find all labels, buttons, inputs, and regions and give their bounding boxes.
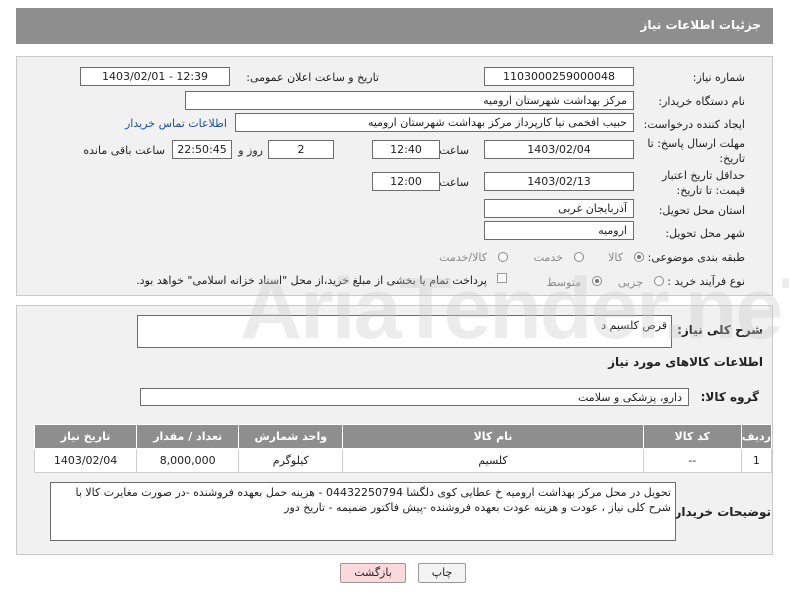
- goods-group-field: دارو، پزشکی و سلامت: [140, 388, 689, 406]
- col-qty: تعداد / مقدار: [136, 424, 240, 449]
- row-unit: کیلوگرم: [238, 448, 344, 473]
- remaining-time-label: ساعت باقی مانده: [83, 144, 165, 157]
- row-qty: 8,000,000: [136, 448, 240, 473]
- validity-time-label: ساعت: [439, 176, 469, 189]
- process-radio-medium[interactable]: [592, 276, 602, 286]
- row-number: 1: [740, 448, 773, 473]
- buyer-name-field: مرکز بهداشت شهرستان ارومیه: [185, 91, 634, 110]
- buyer-name-label: نام دستگاه خریدار:: [658, 95, 745, 108]
- category-radio-goods-service[interactable]: [498, 252, 508, 262]
- col-date: تاریخ نیاز: [33, 424, 138, 449]
- category-label: طبقه بندی موضوعی:: [647, 251, 745, 264]
- price-validity-label: حداقل تاریخ اعتبار قیمت: تا تاریخ:: [661, 169, 745, 197]
- deadline-label: مهلت ارسال پاسخ: تا تاریخ:: [647, 137, 745, 165]
- deadline-time-field: 12:40: [372, 140, 440, 159]
- delivery-province-field: آذربایجان غربی: [484, 199, 634, 218]
- table-row: 1 -- کلسیم کیلوگرم 8,000,000 1403/02/04: [33, 448, 773, 473]
- row-date: 1403/02/04: [33, 448, 138, 473]
- category-option-service: خدمت: [533, 251, 563, 264]
- delivery-province-label: استان محل تحویل:: [658, 204, 745, 217]
- need-number-field: 1103000259000048: [484, 67, 634, 86]
- announce-datetime-field: 1403/02/01 - 12:39: [80, 67, 230, 86]
- treasury-payment-note: پرداخت تمام یا بخشی از مبلغ خرید،از محل …: [136, 274, 487, 287]
- process-option-minor: جزیی: [617, 276, 643, 289]
- page-header: جزئیات اطلاعات نیاز: [16, 8, 773, 44]
- print-button[interactable]: چاپ: [418, 563, 466, 583]
- category-radio-goods[interactable]: [634, 252, 644, 262]
- goods-table: ردیف کد کالا نام کالا واحد شمارش تعداد /…: [33, 424, 773, 473]
- process-option-medium: متوسط: [546, 276, 581, 289]
- category-option-goods: کالا: [608, 251, 623, 264]
- need-summary-field: قرص کلسیم د: [137, 315, 672, 348]
- need-summary-label: شرح کلی نیاز:: [677, 323, 763, 337]
- request-creator-label: ایجاد کننده درخواست:: [643, 118, 745, 131]
- col-code: کد کالا: [642, 424, 742, 449]
- goods-group-label: گروه کالا:: [700, 390, 759, 404]
- buyer-notes-field: تحویل در محل مرکز بهداشت ارومیه خ عطایی …: [50, 482, 676, 541]
- deadline-time-label: ساعت: [439, 144, 469, 157]
- goods-table-header: ردیف کد کالا نام کالا واحد شمارش تعداد /…: [33, 424, 773, 449]
- goods-info-title: اطلاعات کالاهای مورد نیاز: [608, 355, 763, 369]
- remaining-days-label: روز و: [238, 144, 263, 157]
- treasury-payment-checkbox[interactable]: [497, 273, 507, 283]
- remaining-days-field: 2: [268, 140, 334, 159]
- process-radio-minor[interactable]: [654, 276, 664, 286]
- back-button[interactable]: بازگشت: [340, 563, 406, 583]
- page-title: جزئیات اطلاعات نیاز: [640, 18, 761, 32]
- row-name: کلسیم: [342, 448, 644, 473]
- request-creator-field: حبیب افخمی نیا کارپرداز مرکز بهداشت شهرس…: [235, 113, 634, 132]
- announce-datetime-label: تاریخ و ساعت اعلان عمومی:: [246, 71, 379, 84]
- col-name: نام کالا: [342, 424, 644, 449]
- delivery-city-label: شهر محل تحویل:: [665, 227, 745, 240]
- validity-date-field: 1403/02/13: [484, 172, 634, 191]
- delivery-city-field: ارومیه: [484, 221, 634, 240]
- category-radio-service[interactable]: [574, 252, 584, 262]
- buyer-contact-link[interactable]: اطلاعات تماس خریدار: [125, 117, 227, 130]
- buyer-notes-label: توضیحات خریدار:: [669, 505, 771, 519]
- row-code: --: [642, 448, 742, 473]
- category-option-goods-service: کالا/خدمت: [439, 251, 487, 264]
- purchase-process-label: نوع فرآیند خرید :: [667, 275, 745, 288]
- need-number-label: شماره نیاز:: [692, 71, 745, 84]
- col-row: ردیف: [740, 424, 773, 449]
- deadline-date-field: 1403/02/04: [484, 140, 634, 159]
- validity-time-field: 12:00: [372, 172, 440, 191]
- col-unit: واحد شمارش: [238, 424, 344, 449]
- remaining-time-field: 22:50:45: [172, 140, 232, 159]
